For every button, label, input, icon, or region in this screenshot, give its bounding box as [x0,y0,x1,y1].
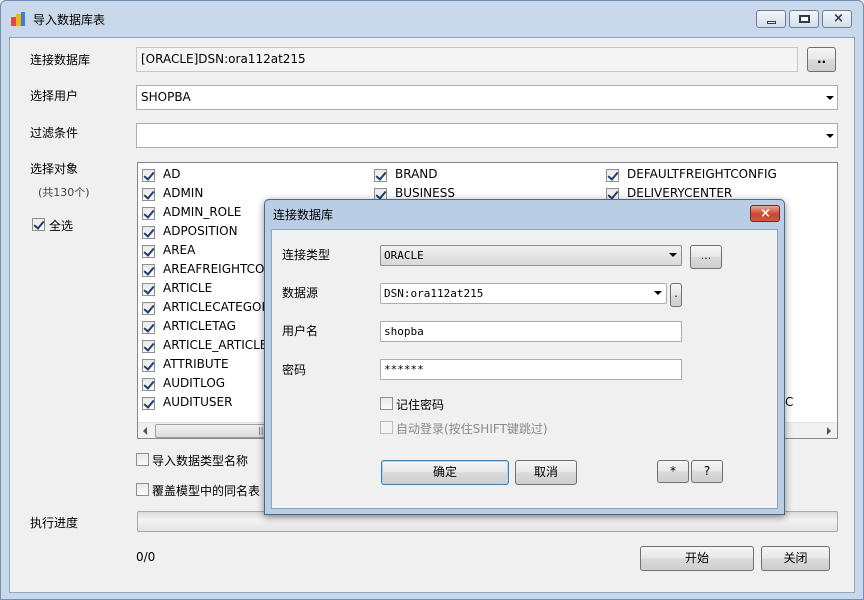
chevron-down-icon [654,291,662,295]
conn-type-more-button[interactable]: ... [690,245,722,269]
conn-type-select[interactable]: ORACLE [380,245,682,266]
object-checkbox[interactable] [142,397,155,410]
browse-connection-button[interactable]: .. [807,47,836,72]
filter-select[interactable] [136,123,838,148]
object-name: ARTICLECATEGORY [163,300,277,314]
cancel-button[interactable]: 取消 [515,460,577,485]
title-bar[interactable]: 导入数据库表 × [1,1,863,37]
filter-label: 过滤条件 [30,126,79,140]
auto-login-checkbox[interactable] [380,421,393,434]
star-button[interactable]: * [657,460,689,483]
remember-password-checkbox[interactable] [380,397,393,410]
auto-login-label: 自动登录(按住SHIFT键跳过) [396,422,548,436]
connect-db-dialog: 连接数据库 × 连接类型 ORACLE ... 数据源 DSN:ora112at… [264,199,785,515]
object-checkbox[interactable] [142,283,155,296]
object-checkbox[interactable] [142,169,155,182]
object-checkbox[interactable] [142,245,155,258]
object-name: AUDITLOG [163,376,226,390]
object-name: AD [163,167,181,181]
ok-button[interactable]: 确定 [381,460,509,485]
conn-type-value: ORACLE [384,249,424,262]
minimize-button[interactable] [756,10,786,28]
overwrite-same-name-checkbox[interactable] [136,483,149,496]
objects-label: 选择对象 [30,162,79,176]
password-input[interactable]: ****** [380,359,682,380]
object-checkbox[interactable] [142,207,155,220]
chevron-down-icon [669,253,677,257]
object-checkbox[interactable] [142,302,155,315]
dialog-title: 连接数据库 [273,208,334,222]
connect-db-field[interactable]: [ORACLE]DSN:ora112at215 [136,47,798,72]
object-name: DELIVERYCENTER [627,186,733,200]
username-label: 用户名 [282,324,319,338]
user-label: 选择用户 [30,89,79,103]
overwrite-same-name-label: 覆盖模型中的同名表 [152,484,261,498]
object-checkbox[interactable] [142,188,155,201]
dialog-client-area: 连接类型 ORACLE ... 数据源 DSN:ora112at215 . 用户… [271,229,778,509]
object-name: ADPOSITION [163,224,238,238]
close-icon: × [833,11,844,26]
object-checkbox[interactable] [142,359,155,372]
select-all-checkbox[interactable] [32,218,45,231]
datasource-select[interactable]: DSN:ora112at215 [380,283,667,304]
select-all-label: 全选 [49,219,74,233]
user-select[interactable]: SHOPBA [136,85,838,110]
chevron-down-icon [826,96,834,100]
object-checkbox[interactable] [142,226,155,239]
object-checkbox[interactable] [374,169,387,182]
close-button[interactable]: 关闭 [761,546,830,571]
maximize-button[interactable] [789,10,819,28]
scroll-right-icon[interactable] [827,427,831,435]
maximize-icon [799,15,810,23]
object-name: AUDITUSER [163,395,233,409]
help-button[interactable]: ? [691,460,723,483]
scroll-left-icon[interactable] [143,427,147,435]
import-type-names-checkbox[interactable] [136,453,149,466]
password-label: 密码 [282,363,307,377]
datasource-label: 数据源 [282,286,319,300]
remember-password-label: 记住密码 [396,398,445,412]
object-checkbox[interactable] [142,378,155,391]
objects-count: (共130个) [38,186,90,199]
username-input[interactable]: shopba [380,321,682,342]
object-name: ARTICLE [163,281,213,295]
connect-db-label: 连接数据库 [30,53,91,67]
chevron-down-icon [826,134,834,138]
object-name: BRAND [395,167,438,181]
object-name: ARTICLETAG [163,319,236,333]
progress-counter: 0/0 [136,550,156,564]
close-window-button[interactable]: × [822,10,852,28]
close-icon: × [760,206,771,221]
object-name: DEFAULTFREIGHTCONFIG [627,167,777,181]
object-name: AREA [163,243,196,257]
object-name: ATTRIBUTE [163,357,229,371]
datasource-more-button[interactable]: . [670,283,682,307]
window-title: 导入数据库表 [33,13,106,27]
conn-type-label: 连接类型 [282,248,331,262]
object-name: ADMIN_ROLE [163,205,242,219]
object-name: BUSINESS [395,186,455,200]
object-checkbox[interactable] [142,321,155,334]
object-name: ADMIN [163,186,204,200]
app-icon [10,11,26,27]
datasource-value: DSN:ora112at215 [384,287,484,300]
start-button[interactable]: 开始 [640,546,754,571]
user-select-value: SHOPBA [141,90,191,104]
dialog-close-button[interactable]: × [750,205,780,222]
object-checkbox[interactable] [606,169,619,182]
object-checkbox[interactable] [142,340,155,353]
minimize-icon [767,21,776,24]
progress-label: 执行进度 [30,516,79,530]
import-type-names-label: 导入数据类型名称 [152,454,249,468]
object-checkbox[interactable] [142,264,155,277]
